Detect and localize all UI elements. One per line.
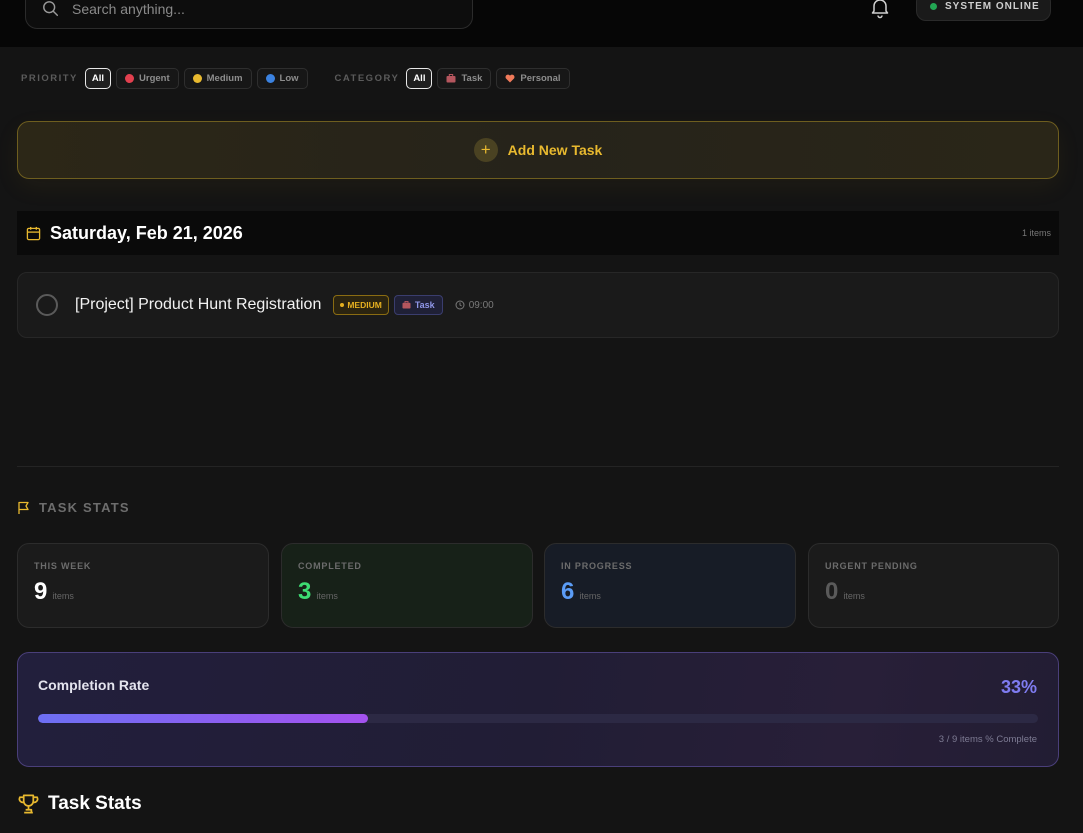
date-group-title: Saturday, Feb 21, 2026 <box>50 222 243 243</box>
stat-value: 3 <box>298 578 312 605</box>
filter-bar: PRIORITY All Urgent Medium Low CATEGORY … <box>21 67 575 89</box>
stat-unit: items <box>843 591 865 601</box>
task-time: 09:00 <box>455 300 494 311</box>
search-input[interactable] <box>72 0 452 17</box>
calendar-icon <box>26 226 41 240</box>
date-group-count: 1 items <box>1021 228 1051 238</box>
completion-rate-card: Completion Rate 33% 3 / 9 items % Comple… <box>17 652 1059 767</box>
category-filter-all[interactable]: All <box>406 67 433 89</box>
bell-icon[interactable] <box>870 0 890 19</box>
priority-filter-all[interactable]: All <box>84 67 112 89</box>
stat-card-in-progress: IN PROGRESS 6 items <box>544 543 796 628</box>
category-badge: Task <box>393 295 443 315</box>
stat-value: 9 <box>34 578 48 605</box>
stat-card-urgent-pending: URGENT PENDING 0 items <box>808 543 1059 628</box>
stat-value: 6 <box>561 578 575 605</box>
date-group-header: Saturday, Feb 21, 2026 1 items <box>17 211 1059 255</box>
stat-label: THIS WEEK <box>34 561 92 571</box>
task-stats-title: TASK STATS <box>39 500 130 515</box>
task-stats-header: TASK STATS <box>17 500 130 515</box>
section-divider <box>17 466 1059 467</box>
system-status-text: SYSTEM ONLINE <box>945 1 1040 12</box>
status-dot-icon <box>930 3 937 10</box>
red-dot-icon <box>125 73 135 83</box>
completion-rate-note: 3 / 9 items % Complete <box>938 734 1037 745</box>
search-box[interactable] <box>25 0 473 29</box>
clock-icon <box>455 300 465 310</box>
task-checkbox[interactable] <box>36 294 58 316</box>
trophy-icon <box>18 794 39 814</box>
blue-dot-icon <box>265 73 275 83</box>
stat-card-this-week: THIS WEEK 9 items <box>17 543 269 628</box>
stat-unit: items <box>579 591 601 601</box>
category-filter-task[interactable]: Task <box>437 67 492 89</box>
stat-value: 0 <box>825 578 839 605</box>
plus-icon: + <box>473 138 498 162</box>
task-item[interactable]: [Project] Product Hunt Registration MEDI… <box>17 272 1059 338</box>
stat-label: IN PROGRESS <box>561 561 633 571</box>
yellow-dot-icon <box>192 73 202 83</box>
task-title: [Project] Product Hunt Registration <box>75 296 322 313</box>
add-task-label: Add New Task <box>507 142 603 158</box>
category-filter-label: CATEGORY <box>334 72 400 84</box>
briefcase-icon <box>446 73 456 82</box>
category-filter-personal[interactable]: Personal <box>496 67 570 89</box>
search-icon <box>43 0 59 16</box>
completion-progress-fill <box>38 714 368 723</box>
stat-label: URGENT PENDING <box>825 561 918 571</box>
completion-progress-track <box>38 714 1038 723</box>
stat-card-completed: COMPLETED 3 items <box>281 543 533 628</box>
completion-rate-percent: 33% <box>1000 677 1037 697</box>
priority-badge: MEDIUM <box>333 295 389 315</box>
priority-filter-low[interactable]: Low <box>256 67 308 89</box>
bullet-icon <box>340 303 345 307</box>
heart-icon <box>505 74 515 82</box>
top-bar: SYSTEM ONLINE <box>0 0 1083 47</box>
priority-filter-urgent[interactable]: Urgent <box>116 67 179 89</box>
priority-filter-label: PRIORITY <box>21 72 78 84</box>
flag-icon <box>18 501 29 514</box>
task-stats-section-title: Task Stats <box>17 793 142 815</box>
stat-label: COMPLETED <box>298 561 362 571</box>
system-status-badge: SYSTEM ONLINE <box>916 0 1051 21</box>
stat-unit: items <box>316 591 338 601</box>
add-new-task-button[interactable]: + Add New Task <box>17 121 1059 179</box>
stat-unit: items <box>52 591 74 601</box>
briefcase-icon <box>402 301 411 309</box>
priority-filter-medium[interactable]: Medium <box>183 67 252 89</box>
completion-rate-label: Completion Rate <box>38 677 150 693</box>
